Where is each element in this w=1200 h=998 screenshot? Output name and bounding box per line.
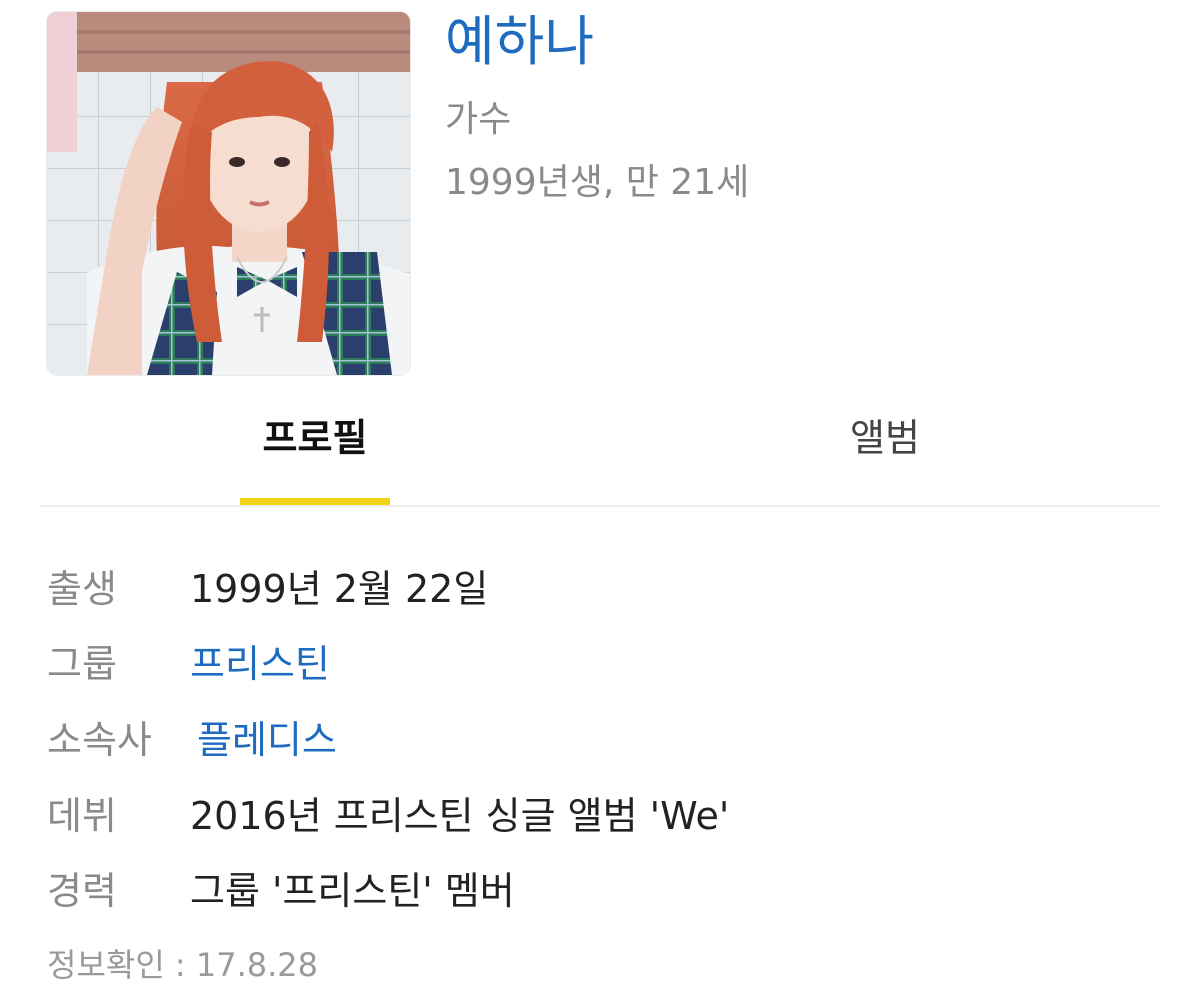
info-verified-date: 정보확인 : 17.8.28 xyxy=(47,946,319,984)
profile-photo-image xyxy=(47,12,410,375)
info-value-career: 그룹 '프리스틴' 멤버 xyxy=(190,869,515,913)
group-link[interactable]: 프리스틴 xyxy=(190,639,330,689)
info-value-birth: 1999년 2월 22일 xyxy=(190,567,489,611)
tab-bar: 프로필 앨범 xyxy=(40,400,1160,507)
info-label-agency: 소속사 xyxy=(47,718,152,762)
info-label-debut: 데뷔 xyxy=(47,794,117,838)
tab-album[interactable]: 앨범 xyxy=(810,414,960,462)
tab-profile[interactable]: 프로필 xyxy=(240,414,390,462)
profile-photo[interactable] xyxy=(47,12,410,375)
agency-link[interactable]: 플레디스 xyxy=(197,715,337,765)
info-label-career: 경력 xyxy=(47,869,117,913)
active-tab-indicator xyxy=(240,498,390,505)
profile-name[interactable]: 예하나 xyxy=(445,10,594,74)
profile-job: 가수 xyxy=(445,99,512,140)
info-value-debut: 2016년 프리스틴 싱글 앨범 'We' xyxy=(190,794,730,838)
info-label-group: 그룹 xyxy=(47,642,117,686)
info-label-birth: 출생 xyxy=(47,567,117,611)
profile-birth-summary: 1999년생, 만 21세 xyxy=(445,162,750,203)
